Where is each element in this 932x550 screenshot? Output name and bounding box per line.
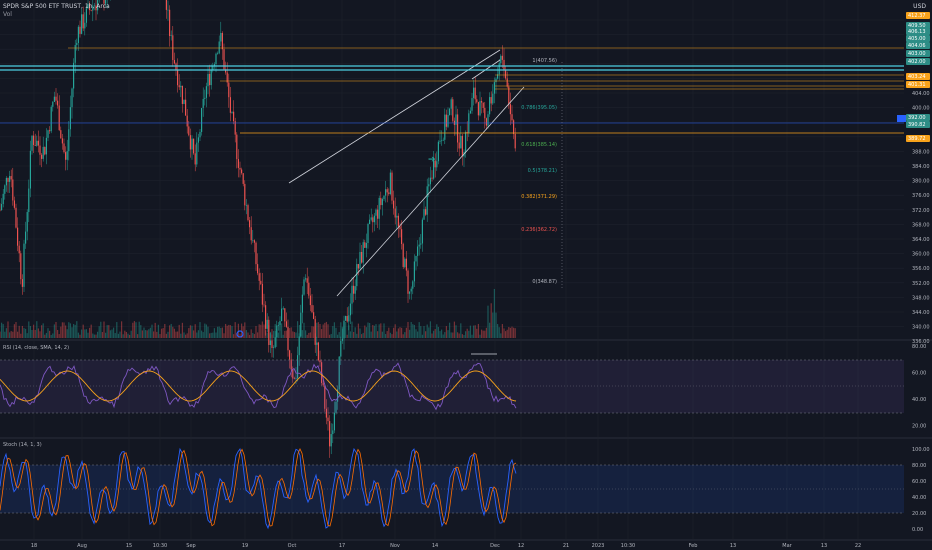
time-axis-label: 21: [563, 543, 569, 549]
time-axis-label: Nov: [390, 543, 400, 549]
time-axis-label: Dec: [490, 543, 500, 549]
fib-label: 1(407.56): [532, 58, 557, 64]
price-axis-label: 348.00: [912, 295, 930, 301]
stoch-pane: 100.00 80.00 60.00 40.00 20.00 0.00: [0, 447, 930, 533]
time-axis-label: 13: [730, 543, 736, 549]
drawings: ➔: [0, 47, 904, 355]
price-tag: 402.00: [908, 59, 926, 65]
price-axis-label: 360.00: [912, 252, 930, 258]
rsi-axis-label: 60.00: [912, 371, 926, 377]
fib-label: 0.786(395.05): [521, 105, 557, 111]
currency-label: USD: [913, 3, 926, 10]
time-axis-label: Oct: [288, 543, 297, 549]
time-axis-label: 18: [31, 543, 37, 549]
price-axis-label: 376.00: [912, 193, 930, 199]
price-tag: 392.00: [908, 115, 926, 121]
fib-label: 0.5(378.21): [528, 168, 557, 174]
price-axis-label: 384.00: [912, 164, 930, 170]
price-axis-label: 344.00: [912, 310, 930, 316]
price-axis-label: 400.00: [912, 106, 930, 112]
price-axis-label: 388.00: [912, 149, 930, 155]
time-axis-label: 2023: [592, 543, 605, 549]
time-axis-label: 15: [126, 543, 132, 549]
time-axis-label: 10:30: [621, 543, 635, 549]
price-axis-label: 380.00: [912, 179, 930, 185]
price-axis-label: 364.00: [912, 237, 930, 243]
stoch-axis-label: 20.00: [912, 511, 926, 517]
time-axis-label: 17: [339, 543, 345, 549]
time-axis-label: Feb: [689, 543, 698, 549]
stoch-axis-label: 60.00: [912, 479, 926, 485]
stoch-axis-label: 40.00: [912, 495, 926, 501]
price-axis-label: 356.00: [912, 266, 930, 272]
rsi-label[interactable]: RSI (14, close, SMA, 14, 2): [3, 345, 69, 351]
price-axis-label: 352.00: [912, 281, 930, 287]
price-axis-label: 404.00: [912, 91, 930, 97]
price-tag: 403.00: [908, 51, 926, 57]
fib-label: 0(348.87): [532, 279, 557, 285]
time-axis-label: Aug: [77, 543, 87, 549]
price-axis-label: 372.00: [912, 208, 930, 214]
price-axis-label: 368.00: [912, 222, 930, 228]
time-axis-label: 12: [518, 543, 524, 549]
symbol-title[interactable]: SPDR S&P 500 ETF TRUST, 1h, Arca: [3, 3, 110, 10]
time-axis-label: 10:30: [153, 543, 167, 549]
fib-label: 0.618(385.14): [521, 142, 557, 148]
stoch-axis-label: 0.00: [912, 527, 923, 533]
volume-bars: [0, 288, 516, 338]
time-axis-label: 13: [821, 543, 827, 549]
price-axis-label: 336.00: [912, 339, 930, 345]
fib-label: 0.236(362.72): [521, 227, 557, 233]
price-axis-label: 340.00: [912, 325, 930, 331]
time-axis-label: 14: [432, 543, 438, 549]
price-tag: 405.00: [908, 36, 926, 42]
stoch-axis-label: 80.00: [912, 463, 926, 469]
trendline-lower: [336, 86, 525, 297]
price-tag: 401.31: [908, 82, 926, 88]
fib-labels: 1(407.56) 0.786(395.05) 0.618(385.14) 0.5(3…: [521, 58, 557, 285]
rsi-pane: 80.0060.0040.0020.00: [0, 344, 926, 430]
chart-canvas[interactable]: ➔ 1(407.56) 0.786(395.05) 0.618(385.14) 0.5…: [0, 0, 932, 550]
rsi-axis-label: 20.00: [912, 424, 926, 430]
current-price-marker: [897, 115, 906, 122]
fib-label: 0.382(371.29): [521, 194, 557, 200]
volume-label: Vol: [3, 11, 12, 18]
time-axis-label: Mar: [782, 543, 792, 549]
stoch-axis-label: 100.00: [912, 447, 930, 453]
price-tag: 390.82: [908, 122, 926, 128]
time-axis-label: 22: [855, 543, 861, 549]
rsi-axis-label: 40.00: [912, 397, 926, 403]
price-tag: 403.24: [908, 74, 926, 80]
price-tag: 412.37: [908, 13, 926, 19]
price-tag: 404.06: [908, 43, 926, 49]
time-axis-label: Sep: [186, 543, 195, 549]
price-tag: 389.72: [908, 136, 926, 142]
time-axis-label: 19: [242, 543, 248, 549]
stoch-label[interactable]: Stoch (14, 1, 3): [3, 442, 42, 448]
rsi-band: [0, 360, 904, 413]
price-tag: 406.13: [908, 29, 926, 35]
arrow-marker: ➔: [428, 155, 436, 165]
